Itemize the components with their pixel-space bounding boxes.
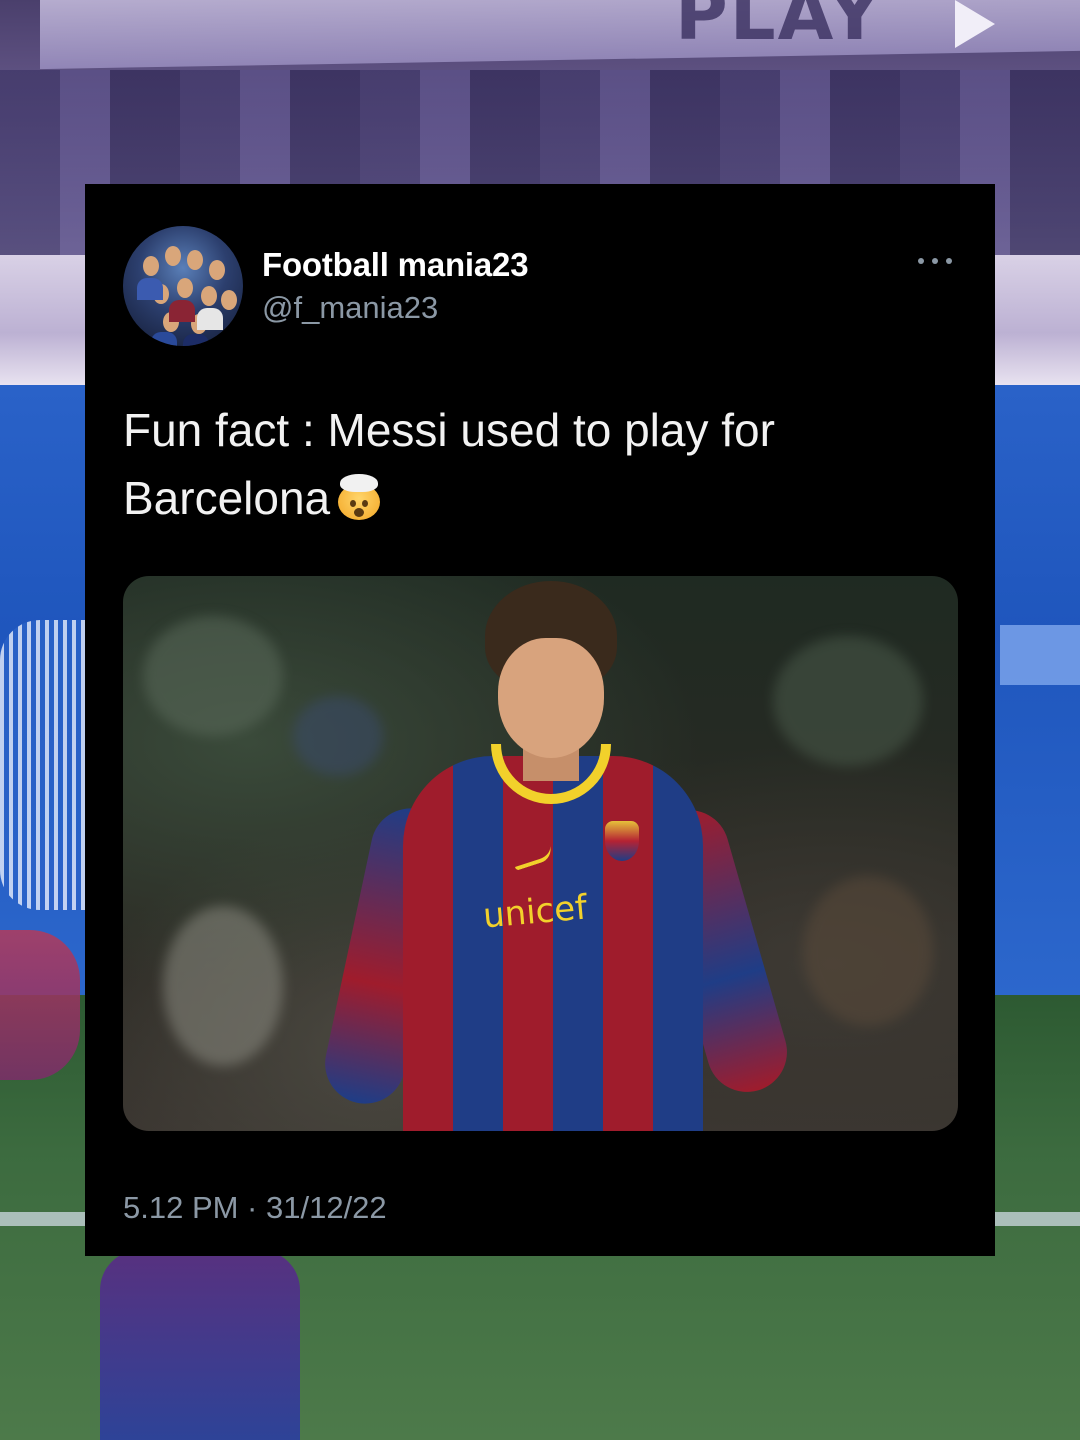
background-player-left	[0, 930, 80, 1080]
tweet-media-image[interactable]: unicef	[123, 576, 958, 1131]
player-figure: unicef	[317, 576, 797, 1131]
play-icon	[955, 0, 995, 48]
more-options-icon[interactable]	[915, 248, 955, 274]
display-name[interactable]: Football mania23	[262, 246, 529, 284]
tweet-body: Fun fact : Messi used to play for Barcel…	[123, 404, 775, 524]
tweet-text: Fun fact : Messi used to play for Barcel…	[123, 396, 963, 532]
exploding-head-icon	[336, 474, 382, 520]
board-logo-right	[1000, 625, 1080, 685]
avatar[interactable]	[123, 226, 243, 346]
club-crest-icon	[605, 821, 639, 861]
background-player	[100, 1250, 300, 1440]
banner-text: PLAY	[675, 0, 883, 56]
tweet-timestamp[interactable]: 5.12 PM · 31/12/22	[123, 1190, 387, 1226]
board-logo-left	[0, 620, 85, 910]
tweet-card: Football mania23 @f_mania23 Fun fact : M…	[85, 184, 995, 1256]
user-handle[interactable]: @f_mania23	[262, 290, 438, 326]
